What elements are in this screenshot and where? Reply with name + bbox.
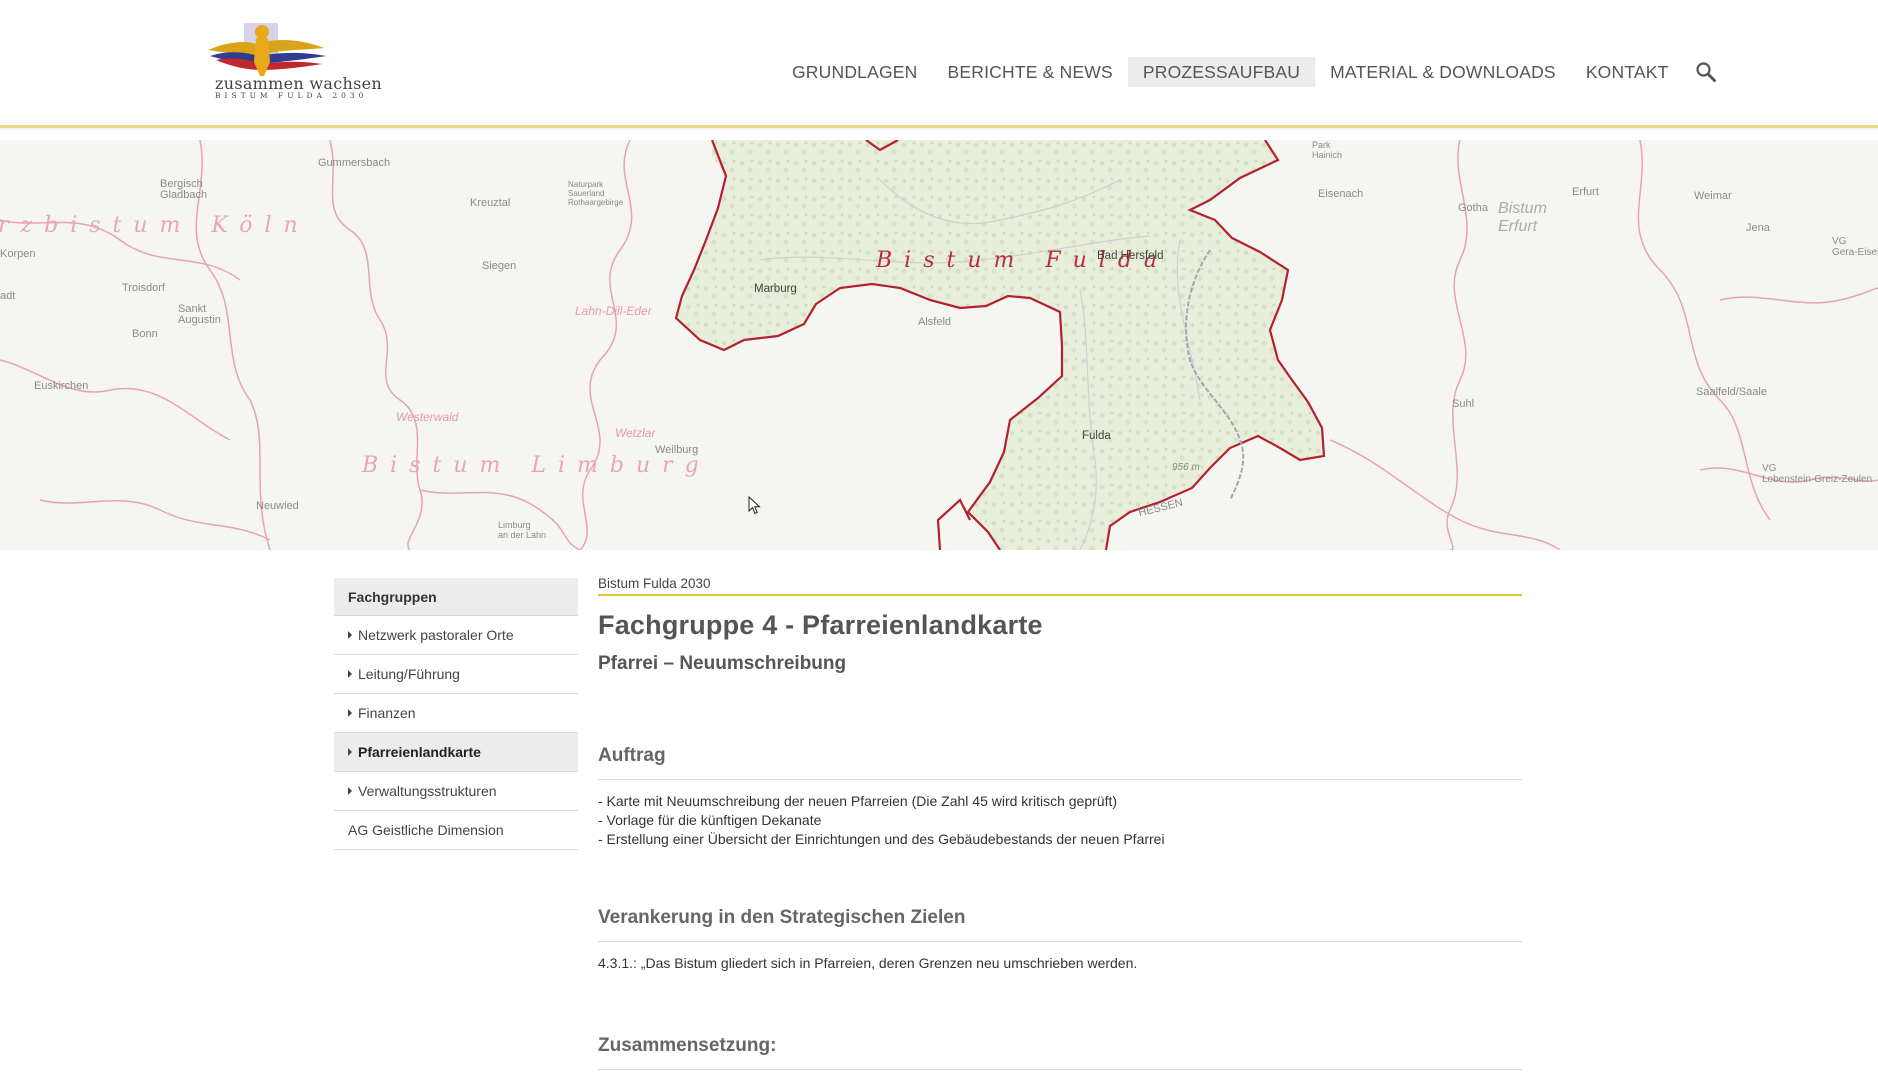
diocese-map (0, 140, 1878, 550)
map-label-elevation: 956 m (1172, 462, 1200, 473)
sidebar-item-pfarreienlandkarte[interactable]: Pfarreienlandkarte (334, 733, 578, 772)
map-label-kreuztal: Kreuztal (470, 197, 511, 209)
section-title: Auftrag (598, 745, 1522, 780)
nav-material-downloads[interactable]: MATERIAL & DOWNLOADS (1315, 57, 1571, 87)
text-line: 4.3.1.: „Das Bistum gliedert sich in Pfa… (598, 955, 1138, 971)
map-label-park-hainich: Park Hainich (1312, 140, 1343, 160)
sidebar-item-netzwerk-pastoraler-orte[interactable]: Netzwerk pastoraler Orte (334, 616, 578, 655)
text-line: - Vorlage für die künftigen Dekanate (598, 812, 822, 828)
map-label-jena: Jena (1746, 222, 1770, 234)
sidebar-nav: Fachgruppen Netzwerk pastoraler Orte Lei… (334, 578, 578, 850)
main-nav: GRUNDLAGEN BERICHTE & NEWS PROZESSAUFBAU… (777, 57, 1718, 87)
section-auftrag: Auftrag - Karte mit Neuumschreibung der … (598, 745, 1522, 849)
page-subtitle: Pfarrei – Neuumschreibung (598, 653, 847, 674)
section-title: Zusammensetzung: (598, 1035, 1522, 1070)
map-label-bistum-limburg: Bistum Limburg (362, 453, 711, 478)
map-label-naturpark: Naturpark Sauerland Rothaargebirge (568, 180, 624, 207)
map-label-neuwied: Neuwied (256, 500, 299, 512)
nav-kontakt[interactable]: KONTAKT (1571, 57, 1684, 87)
map-label-adt: adt (0, 290, 16, 302)
sidebar-item-label: AG Geistliche Dimension (348, 822, 504, 838)
map-label-vg-lobenstein: VG Lobenstein-Greiz-Zeulen (1762, 463, 1873, 485)
nav-prozessaufbau[interactable]: PROZESSAUFBAU (1127, 57, 1316, 87)
sidebar-item-label: Pfarreienlandkarte (358, 744, 481, 760)
map-label-weilburg: Weilburg (655, 444, 699, 456)
map-label-limburg-lahn: Limburg an der Lahn (498, 520, 547, 540)
map-label-lahn-dill-eder: Lahn-Dill-Eder (575, 304, 652, 318)
map-label-bad-hersfeld: Bad Hersfeld (1097, 250, 1164, 262)
logo-subtext: BISTUM FULDA 2030 (215, 91, 368, 100)
section-verankerung: Verankerung in den Strategischen Zielen … (598, 907, 1522, 973)
map-label-troisdorf: Troisdorf (122, 282, 165, 294)
breadcrumb[interactable]: Bistum Fulda 2030 (598, 574, 1522, 596)
chevron-right-icon (348, 748, 352, 756)
sidebar-item-label: Verwaltungsstrukturen (358, 783, 497, 799)
map-label-vg-gera: VG Gera-Eisenb (1832, 236, 1878, 258)
map-label-sankt-augustin: Sankt Augustin (178, 303, 221, 326)
map-label-erfurt: Erfurt (1572, 186, 1599, 198)
map-label-marburg: Marburg (754, 283, 797, 295)
sidebar-item-label: Leitung/Führung (358, 666, 460, 682)
map-label-fulda: Fulda (1082, 430, 1111, 442)
map-label-gummersbach: Gummersbach (318, 157, 391, 169)
chevron-right-icon (348, 631, 352, 639)
map-label-wetzlar: Wetzlar (615, 426, 656, 440)
main-content: Bistum Fulda 2030 Fachgruppe 4 - Pfarrei… (598, 574, 1522, 1070)
nav-berichte-news[interactable]: BERICHTE & NEWS (933, 57, 1128, 87)
sidebar-item-finanzen[interactable]: Finanzen (334, 694, 578, 733)
sidebar-item-verwaltungsstrukturen[interactable]: Verwaltungsstrukturen (334, 772, 578, 811)
map-label-eisenach: Eisenach (1318, 188, 1364, 200)
map-label-bistum-erfurt: Bistum Erfurt (1498, 200, 1547, 235)
text-line: - Karte mit Neuumschreibung der neuen Pf… (598, 793, 1118, 809)
site-header: zusammen wachsen BISTUM FULDA 2030 GRUND… (0, 0, 1878, 128)
map-label-suhl: Suhl (1452, 398, 1475, 410)
section-title: Verankerung in den Strategischen Zielen (598, 907, 1522, 942)
chevron-right-icon (348, 787, 352, 795)
map-label-alsfeld: Alsfeld (918, 316, 952, 328)
map-label-korpen: Korpen (0, 248, 36, 260)
map-label-weimar: Weimar (1694, 190, 1732, 202)
sidebar-item-leitung-fuehrung[interactable]: Leitung/Führung (334, 655, 578, 694)
mouse-cursor-icon (748, 496, 761, 515)
map-label-siegen: Siegen (482, 260, 517, 272)
text-line: - Erstellung einer Übersicht der Einrich… (598, 831, 1165, 847)
sidebar-item-label: Netzwerk pastoraler Orte (358, 627, 514, 643)
sidebar-heading[interactable]: Fachgruppen (334, 578, 578, 616)
logo-figure-icon (208, 23, 326, 76)
map-label-bonn: Bonn (132, 328, 158, 340)
chevron-right-icon (348, 670, 352, 678)
map-label-bergisch-gladbach: Bergisch Gladbach (160, 178, 208, 201)
section-zusammensetzung: Zusammensetzung: (598, 1035, 1522, 1070)
map-banner: rzbistum Köln Bistum Fulda Bistum Limbur… (0, 140, 1878, 550)
section-body: 4.3.1.: „Das Bistum gliedert sich in Pfa… (598, 954, 1522, 973)
map-label-westerwald: Westerwald (396, 410, 459, 424)
map-label-euskirchen: Euskirchen (34, 380, 89, 392)
nav-grundlagen[interactable]: GRUNDLAGEN (777, 57, 933, 87)
map-label-gotha: Gotha (1458, 202, 1488, 214)
page-title: Fachgruppe 4 - Pfarreienlandkarte (598, 610, 1043, 640)
section-body: - Karte mit Neuumschreibung der neuen Pf… (598, 792, 1522, 849)
search-icon[interactable] (1694, 60, 1718, 84)
sidebar-item-ag-geistliche-dimension[interactable]: AG Geistliche Dimension (334, 811, 578, 850)
map-label-bistum-koln: rzbistum Köln (0, 213, 310, 238)
map-label-saalfeld: Saalfeld/Saale (1696, 386, 1767, 398)
chevron-right-icon (348, 709, 352, 717)
sidebar-item-label: Finanzen (358, 705, 416, 721)
